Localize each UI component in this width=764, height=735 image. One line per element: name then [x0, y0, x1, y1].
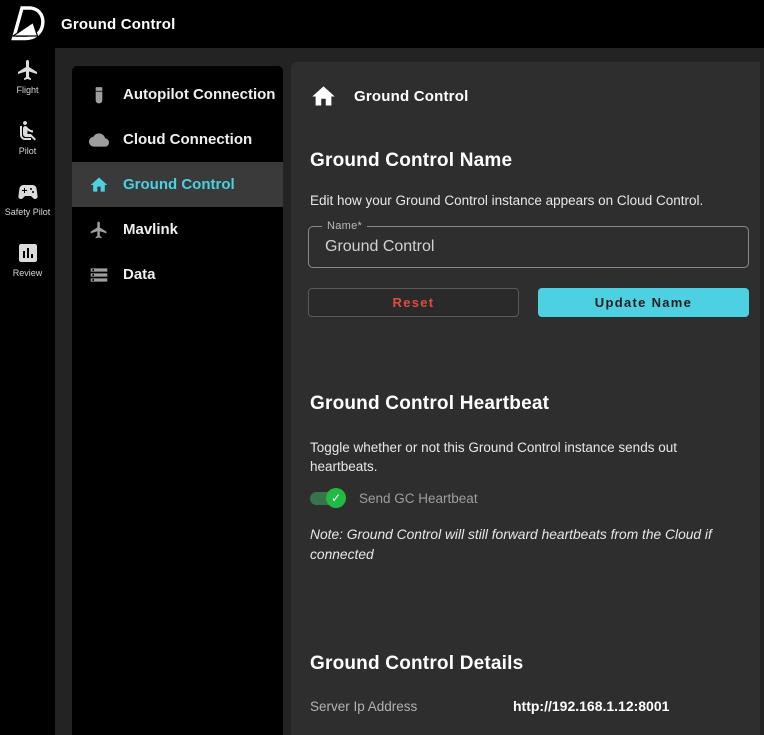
nav-rail-item-review[interactable]: Review	[0, 241, 55, 278]
nav-rail-label: Flight	[16, 85, 38, 95]
top-app-bar: Ground Control	[0, 0, 764, 48]
home-icon	[310, 83, 337, 110]
content-header: Ground Control	[310, 83, 468, 110]
controller-grip-icon	[89, 85, 109, 105]
menu-item-data[interactable]: Data	[72, 252, 283, 297]
pilot-seat-icon	[16, 119, 40, 143]
menu-item-cloud-connection[interactable]: Cloud Connection	[72, 117, 283, 162]
update-name-button[interactable]: Update Name	[538, 288, 749, 317]
home-icon	[89, 175, 109, 195]
reset-button[interactable]: Reset	[308, 288, 519, 317]
menu-item-label: Cloud Connection	[123, 131, 252, 148]
name-buttons-row: Reset Update Name	[308, 288, 749, 317]
bar-chart-icon	[16, 241, 40, 265]
menu-item-label: Autopilot Connection	[123, 86, 275, 103]
details-section-heading: Ground Control Details	[310, 653, 523, 675]
gamepad-icon	[16, 180, 40, 204]
server-ip-value: http://192.168.1.12:8001	[513, 698, 669, 714]
server-ip-label: Server Ip Address	[310, 699, 513, 714]
ground-control-app: { "app": { "title": "Ground Control" }, …	[0, 0, 764, 735]
nav-rail-label: Pilot	[19, 146, 37, 156]
heartbeat-note: Note: Ground Control will still forward …	[310, 525, 758, 565]
name-section-heading: Ground Control Name	[310, 150, 512, 172]
nav-rail-item-flight[interactable]: Flight	[0, 58, 55, 95]
heartbeat-toggle-label: Send GC Heartbeat	[359, 491, 478, 506]
nav-rail: Flight Pilot Safety Pilot Review	[0, 48, 55, 735]
name-input-value: Ground Control	[325, 238, 434, 256]
plane-icon	[89, 220, 109, 240]
menu-item-label: Ground Control	[123, 176, 235, 193]
storage-icon	[89, 265, 109, 285]
heartbeat-description: Toggle whether or not this Ground Contro…	[310, 438, 740, 476]
toggle-thumb-check-icon: ✓	[326, 488, 346, 508]
nav-rail-item-safety-pilot[interactable]: Safety Pilot	[0, 180, 55, 217]
app-logo-icon	[10, 5, 46, 43]
app-title: Ground Control	[61, 16, 175, 33]
content-panel: Ground Control Ground Control Name Edit …	[291, 62, 760, 735]
menu-item-mavlink[interactable]: Mavlink	[72, 207, 283, 252]
heartbeat-toggle-row: ✓ Send GC Heartbeat	[308, 486, 478, 510]
heartbeat-section-heading: Ground Control Heartbeat	[310, 393, 549, 415]
menu-item-label: Data	[123, 266, 156, 283]
name-section-description: Edit how your Ground Control instance ap…	[310, 193, 703, 208]
name-input-label: Name*	[322, 220, 367, 232]
menu-item-label: Mavlink	[123, 221, 178, 238]
cloud-icon	[89, 130, 109, 150]
menu-item-autopilot-connection[interactable]: Autopilot Connection	[72, 72, 283, 117]
settings-menu: Autopilot Connection Cloud Connection Gr…	[72, 66, 283, 735]
nav-rail-item-pilot[interactable]: Pilot	[0, 119, 55, 156]
name-input[interactable]: Name* Ground Control	[308, 226, 749, 268]
plane-icon	[16, 58, 40, 82]
content-header-title: Ground Control	[354, 88, 468, 105]
nav-rail-label: Safety Pilot	[5, 207, 51, 217]
server-ip-row: Server Ip Address http://192.168.1.12:80…	[310, 698, 669, 714]
heartbeat-toggle[interactable]: ✓	[308, 488, 344, 508]
menu-item-ground-control[interactable]: Ground Control	[72, 162, 283, 207]
nav-rail-label: Review	[13, 268, 43, 278]
